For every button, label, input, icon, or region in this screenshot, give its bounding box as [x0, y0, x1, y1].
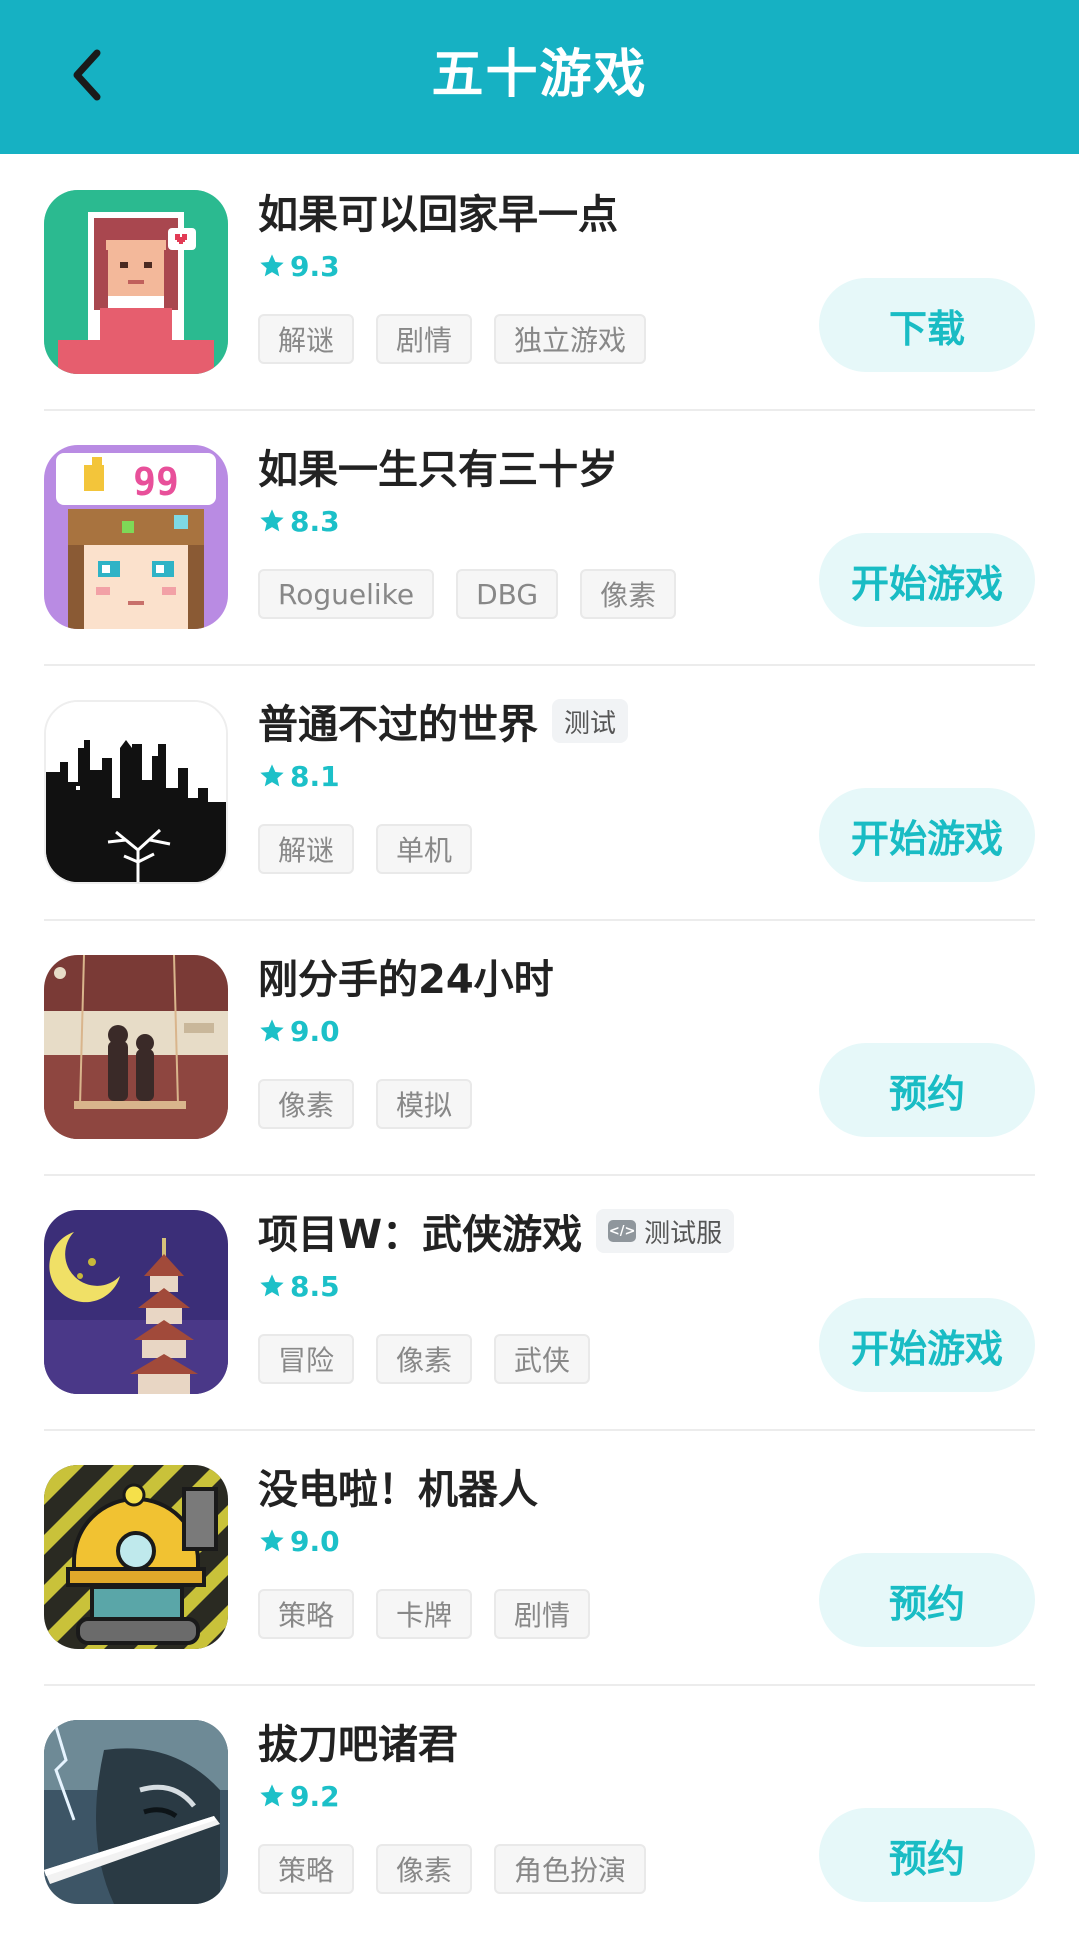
game-row[interactable]: 99 如果一生只有三十岁 8.3 Roguelike DBG 像素 开始游戏	[0, 409, 1079, 664]
test-server-badge: </> 测试服	[596, 1209, 735, 1253]
tag[interactable]: 像素	[376, 1844, 473, 1894]
code-icon: </>	[608, 1220, 637, 1242]
game-row[interactable]: 普通不过的世界 测试 8.1 解谜 单机 开始游戏	[0, 664, 1079, 919]
game-title[interactable]: 如果一生只有三十岁	[258, 437, 618, 495]
tag[interactable]: 冒险	[258, 1334, 355, 1384]
rating: 9.0	[258, 1521, 818, 1561]
star-icon	[260, 1019, 284, 1042]
rating: 8.5	[258, 1266, 818, 1306]
tag[interactable]: 单机	[376, 824, 473, 874]
svg-text:99: 99	[133, 460, 179, 504]
app-header: 五十游戏	[0, 0, 1079, 154]
robot-miner-icon[interactable]	[44, 1465, 228, 1649]
game-row[interactable]: 如果可以回家早一点 9.3 解谜 剧情 独立游戏 下载	[0, 154, 1079, 409]
reserve-button[interactable]: 预约	[819, 1043, 1035, 1137]
star-icon	[260, 509, 284, 532]
pixel-girl-heart-icon[interactable]	[44, 190, 228, 374]
game-row[interactable]: 刚分手的24小时 9.0 像素 模拟 预约	[0, 919, 1079, 1174]
rating: 8.3	[258, 501, 818, 541]
rating-value: 8.3	[290, 504, 340, 538]
tag[interactable]: 像素	[258, 1079, 355, 1129]
rating-value: 9.0	[290, 1524, 340, 1558]
tag[interactable]: 卡牌	[376, 1589, 473, 1639]
star-icon	[260, 764, 284, 787]
download-button[interactable]: 下载	[819, 278, 1035, 372]
game-title[interactable]: 项目W：武侠游戏	[258, 1202, 582, 1260]
rating-value: 9.2	[290, 1779, 340, 1813]
tag[interactable]: DBG	[456, 569, 559, 619]
city-silhouette-tree-icon[interactable]	[44, 700, 228, 884]
game-title[interactable]: 没电啦！机器人	[258, 1457, 538, 1515]
rating: 9.2	[258, 1776, 818, 1816]
game-list: 如果可以回家早一点 9.3 解谜 剧情 独立游戏 下载 99 如果一生只有三十岁…	[0, 154, 1079, 1939]
tag[interactable]: 像素	[376, 1334, 473, 1384]
start-game-button[interactable]: 开始游戏	[819, 1298, 1035, 1392]
tag[interactable]: 像素	[580, 569, 677, 619]
rating: 9.0	[258, 1011, 818, 1051]
tag[interactable]: 剧情	[494, 1589, 591, 1639]
swordsman-lightning-icon[interactable]	[44, 1720, 228, 1904]
game-row[interactable]: 拔刀吧诸君 9.2 策略 像素 角色扮演 预约	[0, 1684, 1079, 1939]
tag[interactable]: 角色扮演	[494, 1844, 647, 1894]
tag[interactable]: 模拟	[376, 1079, 473, 1129]
star-icon	[260, 1529, 284, 1552]
star-icon	[260, 1784, 284, 1807]
game-row[interactable]: 项目W：武侠游戏 </> 测试服 8.5 冒险 像素 武侠 开始游戏	[0, 1174, 1079, 1429]
star-icon	[260, 254, 284, 277]
rating: 8.1	[258, 756, 818, 796]
test-badge: 测试	[552, 699, 629, 743]
pixel-girl-thumbs-up-99-icon[interactable]: 99	[44, 445, 228, 629]
game-title[interactable]: 拔刀吧诸君	[258, 1712, 458, 1770]
game-title[interactable]: 刚分手的24小时	[258, 947, 554, 1005]
rating-value: 8.1	[290, 759, 340, 793]
tag[interactable]: 解谜	[258, 314, 355, 364]
star-icon	[260, 1274, 284, 1297]
tag[interactable]: 策略	[258, 1844, 355, 1894]
badge-label: 测试	[564, 708, 617, 739]
start-game-button[interactable]: 开始游戏	[819, 788, 1035, 882]
game-title[interactable]: 如果可以回家早一点	[258, 182, 618, 240]
tag[interactable]: 剧情	[376, 314, 473, 364]
rating-value: 9.3	[290, 249, 340, 283]
rating: 9.3	[258, 246, 818, 286]
rating-value: 8.5	[290, 1269, 340, 1303]
tag[interactable]: 策略	[258, 1589, 355, 1639]
game-row[interactable]: 没电啦！机器人 9.0 策略 卡牌 剧情 预约	[0, 1429, 1079, 1684]
page-title: 五十游戏	[431, 44, 648, 105]
badge-label: 测试服	[644, 1218, 723, 1249]
tag[interactable]: 独立游戏	[494, 314, 647, 364]
tag[interactable]: 武侠	[494, 1334, 591, 1384]
pagoda-moon-icon[interactable]	[44, 1210, 228, 1394]
tag[interactable]: 解谜	[258, 824, 355, 874]
couple-swing-icon[interactable]	[44, 955, 228, 1139]
game-title[interactable]: 普通不过的世界	[258, 692, 538, 750]
rating-value: 9.0	[290, 1014, 340, 1048]
reserve-button[interactable]: 预约	[819, 1808, 1035, 1902]
start-game-button[interactable]: 开始游戏	[819, 533, 1035, 627]
tag[interactable]: Roguelike	[258, 569, 435, 619]
reserve-button[interactable]: 预约	[819, 1553, 1035, 1647]
